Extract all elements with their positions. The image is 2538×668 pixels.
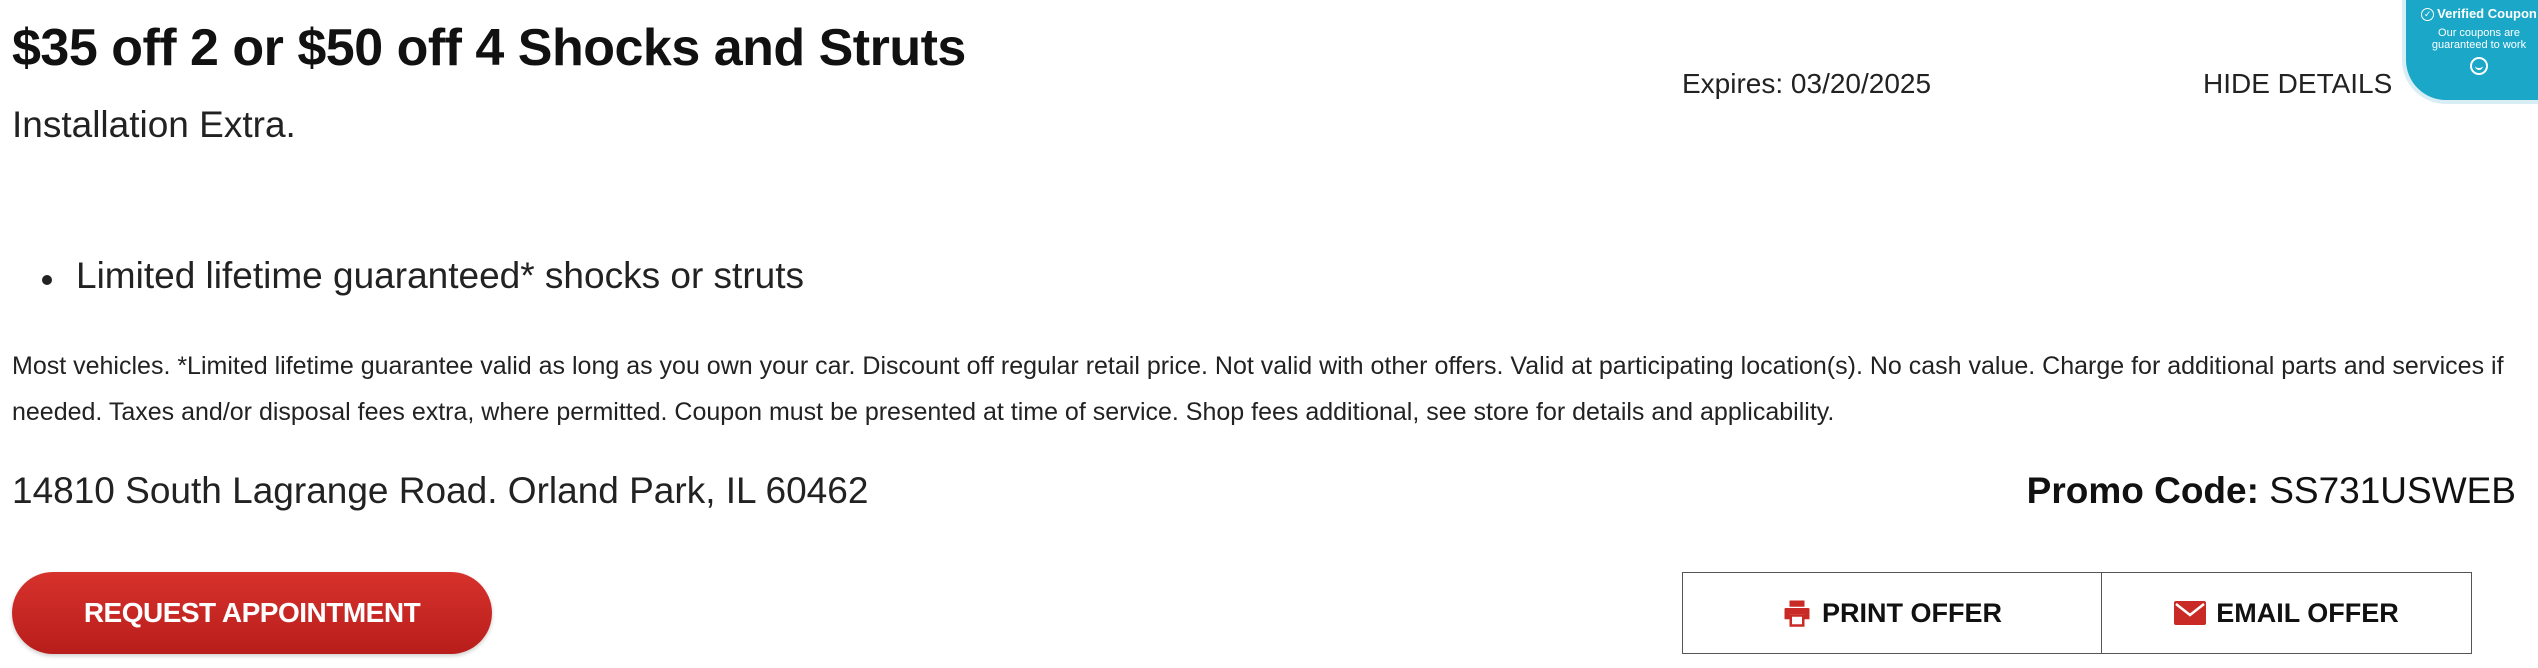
hide-details-toggle[interactable]: HIDE DETAILS xyxy=(2203,68,2429,100)
promo-code-value: SS731USWEB xyxy=(2269,470,2516,511)
badge-title: Verified Coupon xyxy=(2437,6,2537,21)
badge-title-row: ✓ Verified Coupon xyxy=(2406,6,2538,22)
check-circle-icon: ✓ xyxy=(2421,8,2435,22)
expiration-date: Expires: 03/20/2025 xyxy=(1682,68,1932,99)
offer-actions: PRINT OFFER EMAIL OFFER xyxy=(1682,572,2472,654)
print-offer-label: PRINT OFFER xyxy=(1822,597,2002,628)
printer-icon xyxy=(1784,600,1810,627)
smile-icon xyxy=(2470,57,2488,76)
email-offer-button[interactable]: EMAIL OFFER xyxy=(2102,573,2471,653)
feature-list: Limited lifetime guaranteed* shocks or s… xyxy=(12,255,804,297)
feature-list-item: Limited lifetime guaranteed* shocks or s… xyxy=(12,255,804,297)
verified-coupon-badge: ✓ Verified Coupon Our coupons are guarant… xyxy=(2402,0,2538,104)
coupon-subtitle: Installation Extra. xyxy=(12,104,296,145)
badge-subtitle: Our coupons are guaranteed to work xyxy=(2431,27,2527,52)
hide-details-label: HIDE DETAILS xyxy=(2203,68,2393,99)
promo-code-label: Promo Code: xyxy=(2026,470,2259,511)
promo-code: Promo Code: SS731USWEB xyxy=(2027,470,2516,512)
coupon-title: $35 off 2 or $50 off 4 Shocks and Struts xyxy=(12,19,966,77)
envelope-icon xyxy=(2174,601,2207,625)
email-offer-label: EMAIL OFFER xyxy=(2216,597,2399,628)
request-appointment-button[interactable]: REQUEST APPOINTMENT xyxy=(12,572,492,654)
print-offer-button[interactable]: PRINT OFFER xyxy=(1683,573,2102,653)
disclaimer-text: Most vehicles. *Limited lifetime guarant… xyxy=(12,352,2504,426)
store-address: 14810 South Lagrange Road. Orland Park, … xyxy=(12,470,869,511)
